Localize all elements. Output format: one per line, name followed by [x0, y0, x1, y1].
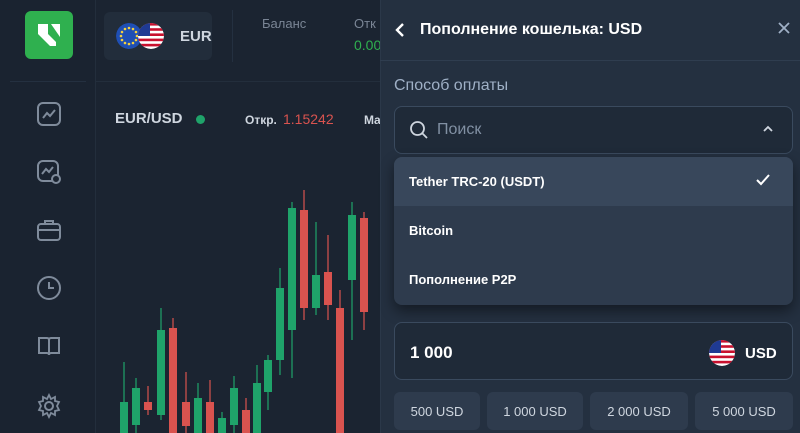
- option-tether-trc20[interactable]: Tether TRC-20 (USDT): [394, 157, 793, 206]
- payment-search-input[interactable]: Поиск: [394, 106, 793, 154]
- candle-body: [182, 402, 190, 426]
- panel-divider: [380, 60, 800, 61]
- candle-body: [120, 402, 128, 433]
- us-flag-icon: [138, 23, 164, 49]
- rail-divider: [10, 81, 86, 82]
- candle-body: [288, 208, 296, 330]
- candle-body: [157, 330, 165, 415]
- search-icon: [410, 121, 428, 139]
- option-p2p[interactable]: Пополнение P2P: [394, 255, 793, 304]
- briefcase-icon: [37, 220, 61, 241]
- option-label: Tether TRC-20 (USDT): [409, 174, 545, 189]
- live-status-dot: [196, 115, 205, 124]
- candle-body: [324, 272, 332, 305]
- chart-open-value: 1.15242: [283, 111, 334, 127]
- settings-nav-button[interactable]: [33, 390, 65, 422]
- close-button[interactable]: [774, 18, 794, 38]
- candle-body: [264, 360, 272, 392]
- amount-currency: USD: [745, 344, 777, 362]
- education-nav-button[interactable]: [33, 330, 65, 362]
- candle-body: [348, 215, 356, 280]
- back-button[interactable]: [392, 20, 408, 40]
- search-placeholder: Поиск: [437, 121, 482, 138]
- us-flag-icon: [709, 340, 735, 366]
- trading-app: EUR Баланс Отк 0.00 EUR/USD Откр. 1.1524…: [0, 0, 800, 433]
- payment-method-dropdown: Tether TRC-20 (USDT) Bitcoin Пополнение …: [394, 157, 793, 305]
- logo-mark-icon: [38, 24, 60, 46]
- close-icon: [778, 22, 790, 34]
- gear-icon: [37, 393, 61, 419]
- option-bitcoin[interactable]: Bitcoin: [394, 206, 793, 255]
- candle-body: [336, 308, 344, 433]
- candle-body: [360, 218, 368, 312]
- preset-1000-button[interactable]: 1 000 USD: [487, 392, 583, 430]
- currency-selector[interactable]: USD: [709, 340, 777, 366]
- chevron-up-icon[interactable]: [762, 123, 774, 135]
- option-label: Bitcoin: [409, 223, 454, 238]
- chart-settings-icon: [37, 160, 61, 184]
- preset-2000-button[interactable]: 2 000 USD: [590, 392, 688, 430]
- candle-body: [276, 288, 284, 360]
- candle-body: [230, 388, 238, 425]
- candle-body: [242, 410, 250, 433]
- candle-body: [300, 210, 308, 308]
- candle-body: [194, 398, 202, 433]
- preset-5000-button[interactable]: 5 000 USD: [695, 392, 793, 430]
- amount-value: 1 000: [410, 343, 453, 362]
- asset-selector[interactable]: EUR: [104, 12, 212, 60]
- candle-body: [169, 328, 177, 433]
- panel-title: Пополнение кошелька: USD: [420, 21, 643, 38]
- chart-pair-title: EUR/USD: [115, 110, 183, 127]
- chart-next-label: Ma: [364, 113, 381, 127]
- portfolio-nav-button[interactable]: [33, 214, 65, 246]
- book-icon: [38, 337, 60, 356]
- chart-settings-nav-button[interactable]: [33, 156, 65, 188]
- candle-body: [312, 275, 320, 308]
- asset-code: EUR: [180, 27, 212, 45]
- open-label: Отк: [354, 16, 376, 31]
- chart-open-label: Откр.: [245, 113, 277, 127]
- analytics-nav-button[interactable]: [33, 98, 65, 130]
- check-icon: [756, 174, 770, 186]
- candle-body: [132, 388, 140, 425]
- history-nav-button[interactable]: [33, 272, 65, 304]
- balance-label: Баланс: [262, 16, 307, 31]
- candle-body: [206, 402, 214, 433]
- option-label: Пополнение P2P: [409, 272, 517, 287]
- candle-body: [253, 383, 261, 433]
- candle-body: [218, 418, 226, 433]
- chevron-left-icon: [395, 23, 404, 37]
- left-sidebar: [0, 0, 96, 433]
- payment-method-label: Способ оплаты: [394, 77, 509, 94]
- open-value: 0.00: [354, 37, 382, 53]
- candlestick-chart[interactable]: [96, 140, 380, 433]
- amount-input[interactable]: 1 000 USD: [394, 322, 793, 380]
- logo[interactable]: [25, 11, 73, 59]
- clock-icon: [37, 276, 61, 300]
- preset-500-button[interactable]: 500 USD: [394, 392, 480, 430]
- topbar-divider: [232, 10, 233, 62]
- trending-up-icon: [37, 102, 61, 126]
- candle-body: [144, 402, 152, 410]
